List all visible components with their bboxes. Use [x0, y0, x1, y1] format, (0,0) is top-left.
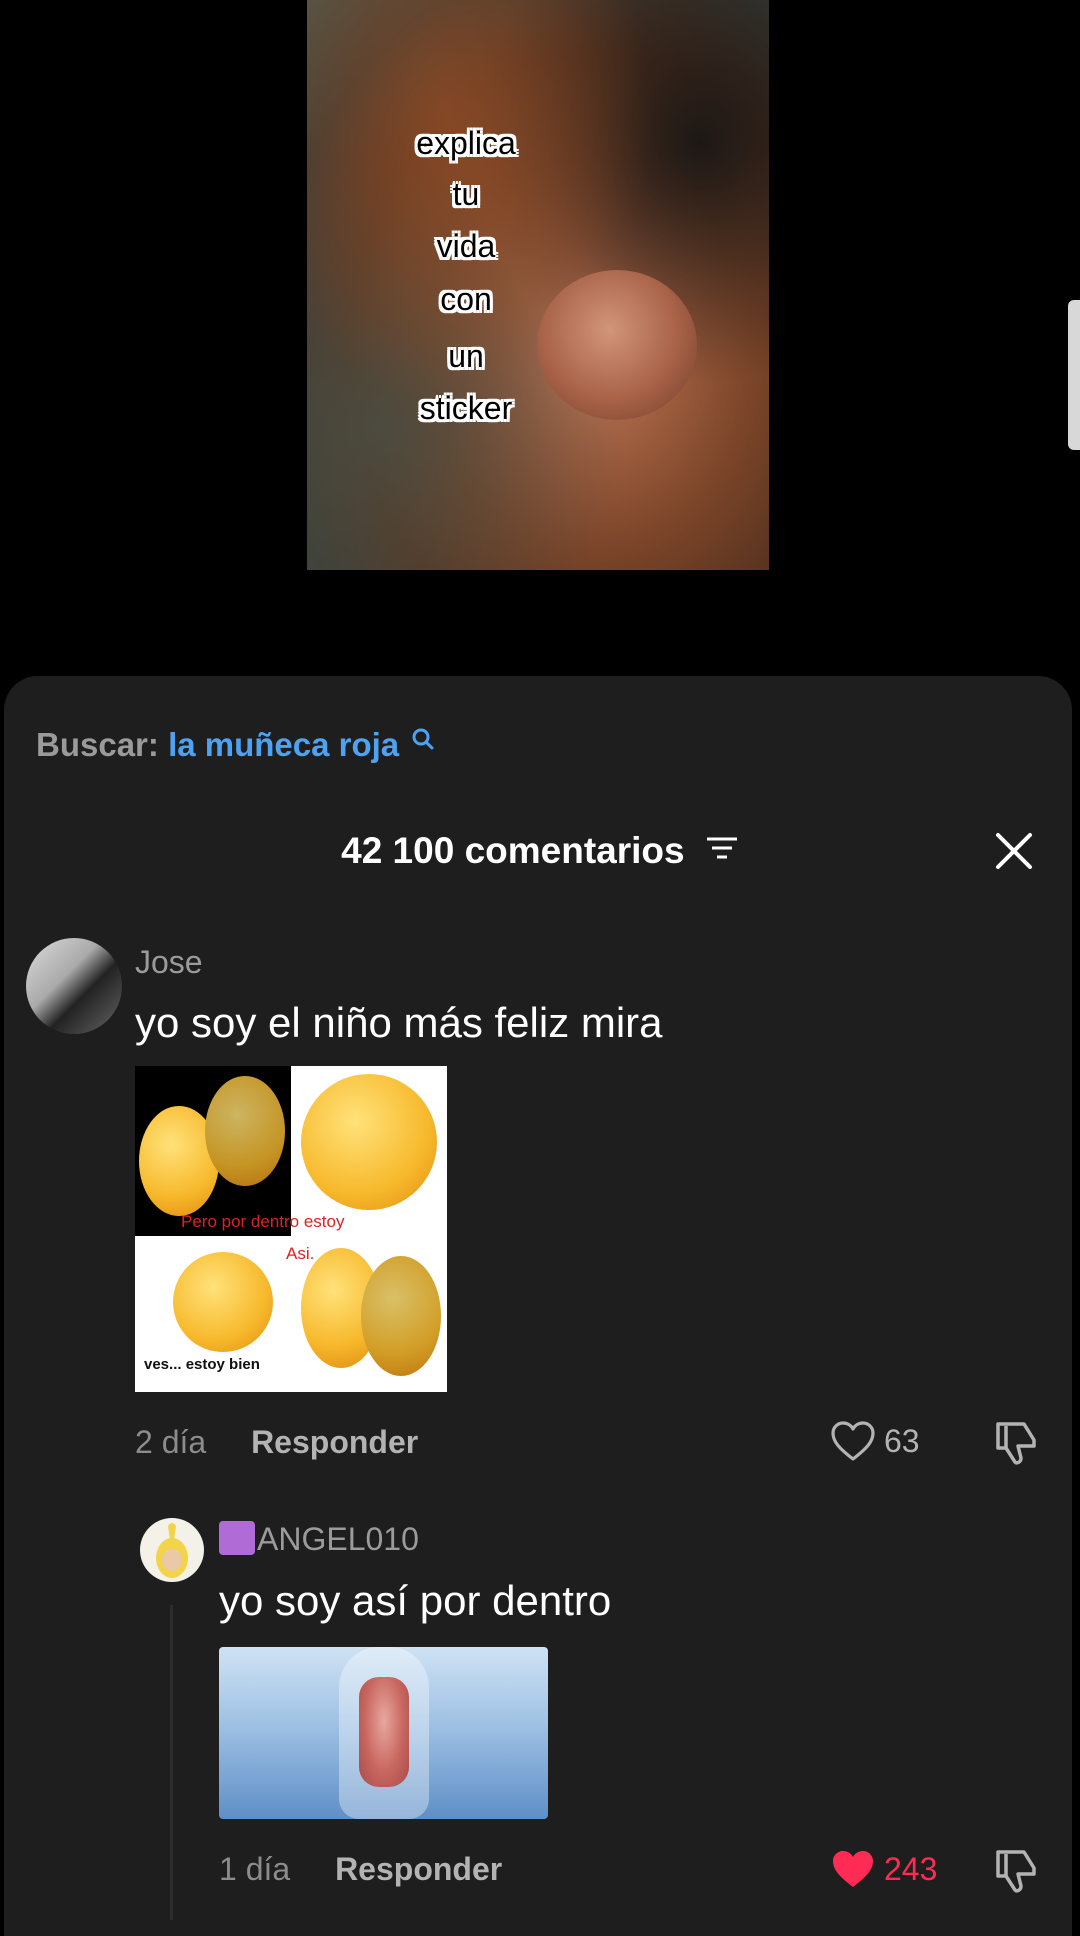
reply-meta: 1 día Responder — [219, 1851, 502, 1888]
reply-anatomy-image[interactable] — [219, 1647, 548, 1819]
search-term-link[interactable]: la muñeca roja — [168, 726, 399, 763]
reply-username-text: ANGEL010 — [257, 1521, 419, 1557]
close-button[interactable] — [994, 831, 1034, 871]
internal-organs — [359, 1677, 409, 1787]
dislike-button[interactable] — [990, 1848, 1038, 1899]
reply-button[interactable]: Responder — [335, 1851, 502, 1887]
video-caption-line: con — [440, 281, 492, 317]
like-count: 63 — [884, 1422, 920, 1459]
purple-heart-icon — [219, 1520, 255, 1555]
thumbs-down-icon — [996, 1422, 1036, 1465]
comment-text: yo soy el niño más feliz mira — [135, 999, 663, 1046]
like-button[interactable]: 63 — [830, 1420, 920, 1462]
sad-mask-emoji — [205, 1076, 285, 1186]
video-caption-line: vida — [436, 228, 496, 264]
search-icon — [410, 722, 436, 760]
sticker-quadrant — [291, 1066, 447, 1236]
sticker-caption: Pero por dentro estoy — [181, 1212, 345, 1231]
crying-smile-emoji — [301, 1074, 437, 1210]
dog-nose — [537, 270, 697, 420]
sticker-quadrant — [291, 1236, 447, 1392]
dizzy-smile-emoji — [173, 1252, 273, 1352]
side-panel-handle[interactable] — [1068, 300, 1080, 450]
dislike-button[interactable] — [990, 1420, 1038, 1471]
search-label: Buscar: — [36, 726, 159, 763]
heart-outline-icon — [831, 1421, 875, 1461]
search-suggestion[interactable]: Buscar: la muñeca roja — [36, 726, 436, 764]
comment-date: 2 día — [135, 1424, 207, 1460]
comment-username[interactable]: Jose — [135, 944, 203, 981]
heart-filled-icon — [833, 1851, 873, 1887]
reply-username[interactable]: ANGEL010 — [219, 1520, 419, 1559]
close-icon — [996, 833, 1032, 869]
dog-fur — [307, 0, 769, 570]
sticker-caption: ves... estoy bien — [144, 1356, 260, 1373]
like-button[interactable]: 243 — [830, 1848, 937, 1890]
sort-filter-icon[interactable] — [705, 829, 739, 871]
video-caption-line: explica — [416, 125, 516, 161]
sticker-quadrant — [135, 1066, 291, 1236]
comment-meta: 2 día Responder — [135, 1424, 418, 1461]
video-caption-line: tu — [452, 176, 480, 212]
avatar[interactable] — [26, 938, 122, 1034]
sticker-caption: Asi. — [286, 1244, 315, 1263]
comments-count-title: 42 100 comentarios — [341, 830, 685, 871]
comments-header: 42 100 comentarios — [0, 830, 1080, 872]
reply-date: 1 día — [219, 1851, 291, 1887]
reply-text: yo soy así por dentro — [219, 1577, 612, 1624]
reply-thread-line — [170, 1605, 173, 1920]
video-thumbnail[interactable] — [307, 0, 769, 570]
banana-cat-avatar-icon — [156, 1523, 188, 1578]
reply-button[interactable]: Responder — [251, 1424, 418, 1460]
video-caption-line: sticker — [419, 390, 513, 426]
avatar[interactable] — [140, 1518, 204, 1582]
like-count: 243 — [884, 1850, 938, 1887]
video-caption-line: un — [448, 338, 484, 374]
thumbs-down-icon — [996, 1850, 1036, 1893]
crying-mask-emoji — [361, 1256, 441, 1376]
